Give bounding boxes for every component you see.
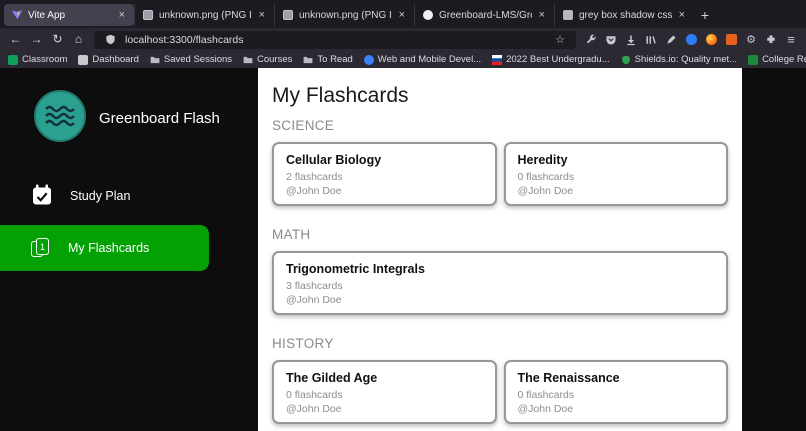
dashboard-icon (78, 55, 88, 65)
deck-author: @John Doe (286, 294, 714, 306)
page-title: My Flashcards (272, 84, 728, 108)
forward-icon[interactable]: → (27, 30, 46, 49)
tab-close-icon[interactable]: × (677, 9, 687, 21)
tab-title: grey box shadow css Code Exa (579, 10, 672, 21)
sidebar-item-study-plan[interactable]: Study Plan (0, 181, 258, 211)
tab-close-icon[interactable]: × (117, 9, 127, 21)
bookmark-college-research[interactable]: College Research Offic... (748, 54, 806, 65)
deck-count: 0 flashcards (518, 389, 715, 401)
pocket-icon[interactable] (602, 34, 620, 46)
sidebar: Greenboard Flash Study Plan 1 My Flashca… (0, 68, 258, 431)
download-icon[interactable] (622, 34, 640, 46)
deck-author: @John Doe (518, 185, 715, 197)
bookmark-saved-sessions[interactable]: Saved Sessions (150, 54, 232, 65)
section-label: HISTORY (272, 336, 728, 351)
tab-unknown-png-1[interactable]: unknown.png (PNG Image, 2880 × × (134, 4, 274, 26)
browser-toolbar: ← → ↻ ⌂ localhost:3300/flashcards ☆ ⚙ ≡ (0, 28, 806, 51)
tab-close-icon[interactable]: × (537, 9, 547, 21)
settings-gear-icon[interactable]: ⚙ (742, 31, 760, 49)
bookmark-courses[interactable]: Courses (243, 54, 292, 65)
tab-title: unknown.png (PNG Image, 2880 × (299, 10, 392, 21)
tab-title: Greenboard-LMS/GreenboardFl (439, 10, 532, 21)
section-science: SCIENCE Cellular Biology 2 flashcards @J… (272, 118, 728, 206)
flashcard-deck-card[interactable]: Trigonometric Integrals 3 flashcards @Jo… (272, 251, 728, 315)
app-name: Greenboard Flash (99, 110, 220, 127)
tab-vite-app[interactable]: Vite App × (4, 4, 134, 26)
reload-icon[interactable]: ↻ (48, 30, 67, 49)
new-tab-button[interactable]: + (694, 4, 716, 26)
classroom-icon (8, 55, 18, 65)
deck-author: @John Doe (518, 403, 715, 415)
sidebar-item-my-flashcards[interactable]: 1 My Flashcards (0, 225, 209, 271)
sidebar-item-label: My Flashcards (68, 241, 149, 255)
section-math: MATH Trigonometric Integrals 3 flashcard… (272, 227, 728, 315)
tab-grey-box-shadow[interactable]: grey box shadow css Code Exa × (554, 4, 694, 26)
flag-icon (492, 55, 502, 65)
image-favicon-icon (142, 9, 154, 21)
folder-icon (303, 55, 313, 65)
green-shield-icon (621, 55, 631, 65)
section-label: SCIENCE (272, 118, 728, 133)
deck-count: 3 flashcards (286, 280, 714, 292)
college-icon (748, 55, 758, 65)
bookmark-dashboard[interactable]: Dashboard (78, 54, 138, 65)
tab-title: Vite App (28, 10, 112, 21)
tab-title: unknown.png (PNG Image, 2880 × (159, 10, 252, 21)
extension-firefox-icon[interactable] (702, 34, 720, 45)
deck-count: 0 flashcards (286, 389, 483, 401)
code-favicon-icon (562, 9, 574, 21)
page-background (742, 68, 806, 431)
back-icon[interactable]: ← (6, 30, 25, 49)
bookmark-undergrad-rankings[interactable]: 2022 Best Undergradu... (492, 54, 610, 65)
extension-orange-icon[interactable] (722, 34, 740, 45)
bookmarks-bar: Classroom Dashboard Saved Sessions Cours… (0, 51, 806, 68)
extensions-puzzle-icon[interactable] (762, 34, 780, 46)
highlighter-icon[interactable] (662, 34, 680, 46)
app-logo-icon (34, 90, 86, 147)
tab-close-icon[interactable]: × (257, 9, 267, 21)
deck-count: 2 flashcards (286, 171, 483, 183)
tab-unknown-png-2[interactable]: unknown.png (PNG Image, 2880 × × (274, 4, 414, 26)
bookmark-shields-io[interactable]: Shields.io: Quality met... (621, 54, 737, 65)
app-page: Greenboard Flash Study Plan 1 My Flashca… (0, 68, 806, 431)
menu-icon[interactable]: ≡ (782, 31, 800, 49)
address-bar[interactable]: localhost:3300/flashcards ☆ (94, 31, 576, 49)
vite-favicon-icon (11, 9, 23, 21)
deck-author: @John Doe (286, 403, 483, 415)
deck-author: @John Doe (286, 185, 483, 197)
folder-icon (243, 55, 253, 65)
section-label: MATH (272, 227, 728, 242)
tab-github-greenboard[interactable]: Greenboard-LMS/GreenboardFl × (414, 4, 554, 26)
image-favicon-icon (282, 9, 294, 21)
sidebar-item-label: Study Plan (70, 189, 130, 203)
bookmark-web-mobile[interactable]: Web and Mobile Devel... (364, 54, 481, 65)
library-icon[interactable] (642, 34, 660, 46)
flashcard-deck-card[interactable]: The Gilded Age 0 flashcards @John Doe (272, 360, 497, 424)
calendar-check-icon (30, 183, 54, 210)
home-icon[interactable]: ⌂ (69, 30, 88, 49)
globe-icon (364, 55, 374, 65)
browser-tab-bar: Vite App × unknown.png (PNG Image, 2880 … (0, 0, 806, 28)
flashcard-deck-card[interactable]: Cellular Biology 2 flashcards @John Doe (272, 142, 497, 206)
url-text[interactable]: localhost:3300/flashcards (125, 34, 545, 46)
main-content: My Flashcards SCIENCE Cellular Biology 2… (258, 68, 742, 431)
app-logo-row: Greenboard Flash (34, 90, 258, 147)
github-favicon-icon (422, 9, 434, 21)
flashcard-deck-card[interactable]: The Renaissance 0 flashcards @John Doe (504, 360, 729, 424)
bookmark-star-icon[interactable]: ☆ (551, 31, 569, 49)
flashcard-deck-card[interactable]: Heredity 0 flashcards @John Doe (504, 142, 729, 206)
bookmark-to-read[interactable]: To Read (303, 54, 352, 65)
shield-icon[interactable] (101, 34, 119, 45)
section-history: HISTORY The Gilded Age 0 flashcards @Joh… (272, 336, 728, 424)
bookmark-classroom[interactable]: Classroom (8, 54, 67, 65)
folder-icon (150, 55, 160, 65)
wrench-icon[interactable] (582, 34, 600, 46)
deck-count: 0 flashcards (518, 171, 715, 183)
flashcards-icon: 1 (30, 237, 52, 259)
tab-close-icon[interactable]: × (397, 9, 407, 21)
extension-blue-icon[interactable] (682, 34, 700, 45)
